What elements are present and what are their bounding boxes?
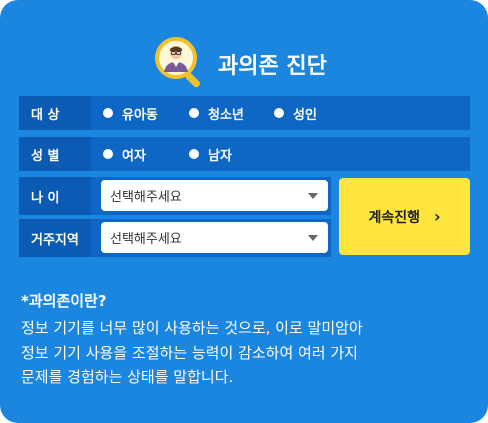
chevron-down-icon <box>308 193 318 199</box>
region-select[interactable]: 선택해주세요 <box>101 222 328 253</box>
description-title: *과의존이란? <box>21 292 107 310</box>
age-select-value: 선택해주세요 <box>110 190 182 205</box>
radio-label: 남자 <box>208 148 232 164</box>
description-line: 문제를 경험하는 상태를 말합니다. <box>21 368 234 386</box>
age-select[interactable]: 선택해주세요 <box>101 180 328 211</box>
gender-option-female[interactable]: 여자 <box>103 137 146 171</box>
description-line: 정보 기기 사용을 조절하는 능력이 감소하여 여러 가지 <box>21 343 358 362</box>
diagnosis-card: 과의존 진단 대 상 유아동 청소년 성인 성 별 여자 남자 나 이 선택해주… <box>0 0 488 423</box>
radio-label: 여자 <box>122 148 146 164</box>
target-label: 대 상 <box>19 96 91 130</box>
radio-label: 성인 <box>293 107 317 123</box>
radio-button[interactable] <box>189 108 199 118</box>
description-line: 정보 기기를 너무 많이 사용하는 것으로, 이로 말미암아 <box>21 319 363 337</box>
radio-button[interactable] <box>103 149 113 159</box>
header: 과의존 진단 <box>0 36 488 92</box>
radio-label: 청소년 <box>208 107 244 123</box>
age-label: 나 이 <box>19 177 91 215</box>
age-row: 나 이 선택해주세요 <box>19 177 331 215</box>
radio-label: 유아동 <box>122 107 158 123</box>
chevron-right-icon: › <box>433 207 441 226</box>
target-option-adult[interactable]: 성인 <box>274 96 317 130</box>
continue-button[interactable]: 계속진행 › <box>339 178 470 255</box>
page-title: 과의존 진단 <box>218 54 327 79</box>
target-row: 대 상 유아동 청소년 성인 <box>19 96 470 130</box>
gender-option-male[interactable]: 남자 <box>189 137 232 171</box>
description-body: 정보 기기를 너무 많이 사용하는 것으로, 이로 말미암아 정보 기기 사용을… <box>21 316 473 390</box>
radio-button[interactable] <box>103 108 113 118</box>
chevron-down-icon <box>308 235 318 241</box>
magnifier-person-icon <box>155 37 200 88</box>
gender-row: 성 별 여자 남자 <box>19 137 470 171</box>
gender-label: 성 별 <box>19 137 91 171</box>
target-option-child[interactable]: 유아동 <box>103 96 158 130</box>
region-select-value: 선택해주세요 <box>110 232 182 247</box>
radio-button[interactable] <box>189 149 199 159</box>
radio-button[interactable] <box>274 108 284 118</box>
region-row: 거주지역 선택해주세요 <box>19 219 331 257</box>
continue-button-label: 계속진행 <box>368 209 420 226</box>
target-option-youth[interactable]: 청소년 <box>189 96 244 130</box>
region-label: 거주지역 <box>19 219 91 257</box>
